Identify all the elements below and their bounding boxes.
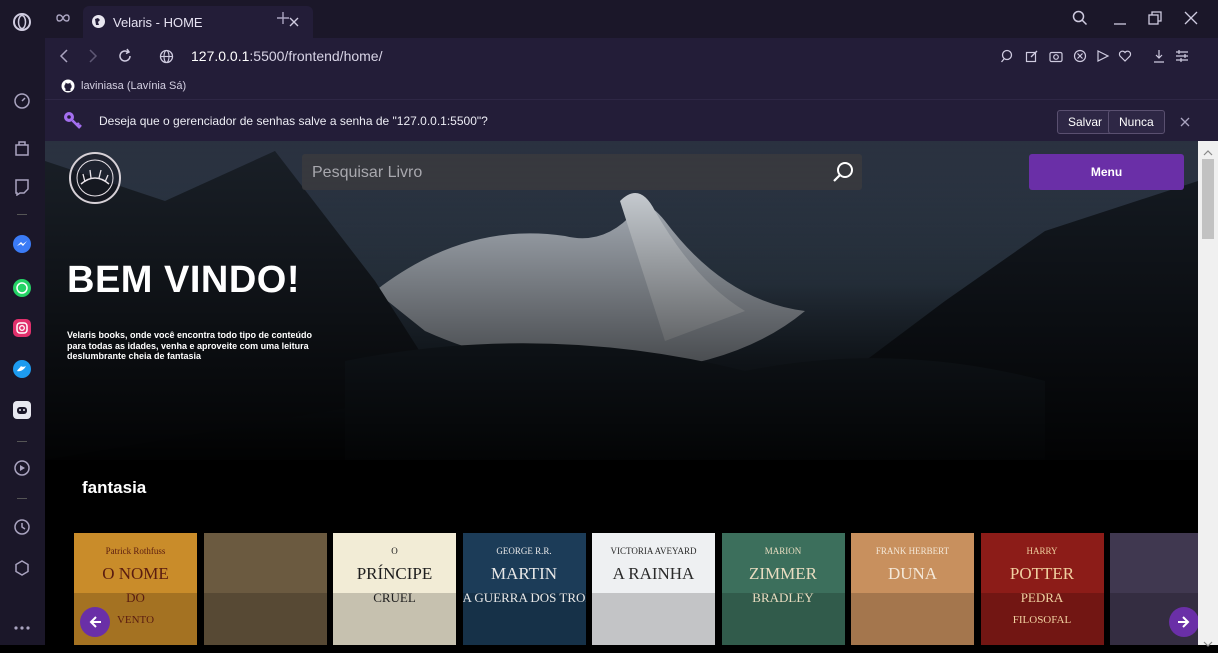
password-prompt-message: Deseja que o gerenciador de senhas salve… [99, 114, 488, 128]
velaris-tree-icon [76, 159, 114, 197]
url-path: :5500/frontend/home/ [249, 48, 383, 64]
crypto-wallet-icon[interactable] [11, 557, 33, 579]
search-tabs-icon[interactable] [1072, 10, 1088, 31]
opera-sidebar [0, 0, 45, 645]
github-icon [61, 79, 75, 98]
menu-button[interactable]: Menu [1029, 154, 1184, 190]
book-cover-text: A GUERRA DOS TRONOS [462, 590, 586, 605]
search-icon[interactable] [832, 161, 854, 188]
key-icon [63, 111, 83, 136]
book-cover-text: DO [126, 590, 145, 605]
arrow-right-icon [1178, 616, 1190, 628]
download-icon[interactable] [1152, 49, 1166, 68]
search-input[interactable] [310, 154, 824, 192]
new-tab-icon[interactable] [276, 11, 290, 30]
pin-edit-icon[interactable] [1025, 49, 1039, 68]
hero-banner: Menu BEM VINDO! Velaris books, onde você… [45, 141, 1198, 460]
address-bar: 127.0.0.1:5500/frontend/home/ [45, 38, 1218, 74]
twitch-icon[interactable] [11, 176, 33, 198]
book-cover-text: PRÍNCIPE [356, 564, 433, 583]
book-cover-text: BRADLEY [752, 590, 814, 605]
book-cover-text: GEORGE R.R. [496, 546, 552, 556]
sidebar-divider [17, 498, 27, 499]
minimize-icon[interactable] [1112, 10, 1128, 31]
opera-logo-icon[interactable] [11, 11, 33, 33]
site-info-globe-icon[interactable] [159, 49, 174, 69]
book-cover-text: O [391, 546, 398, 556]
tab-strip: Velaris - HOME [45, 0, 1218, 38]
book-cover-text: DUNA [887, 564, 938, 583]
welcome-heading: BEM VINDO! [67, 259, 300, 301]
heart-icon[interactable] [1118, 49, 1132, 68]
book-cover-o-principe-cruel[interactable]: O PRÍNCIPE CRUEL [333, 533, 456, 645]
history-icon[interactable] [11, 516, 33, 538]
sidebar-divider [17, 214, 27, 215]
scroll-up-icon[interactable] [1203, 144, 1213, 162]
whatsapp-icon[interactable] [11, 277, 33, 299]
book-cover-text: Patrick Rothfuss [105, 546, 166, 556]
reload-icon[interactable] [117, 48, 133, 69]
instagram-icon[interactable] [11, 317, 33, 339]
velaris-logo[interactable] [69, 152, 121, 204]
restore-icon[interactable] [1147, 10, 1163, 31]
back-icon[interactable] [58, 49, 70, 68]
search-bar [302, 154, 862, 192]
section-title-fantasia: fantasia [82, 478, 147, 497]
book-cover-harry-potter[interactable]: HARRY POTTER PEDRA FILOSOFAL [980, 533, 1104, 645]
more-options-icon[interactable] [11, 617, 33, 639]
book-cover-text: PEDRA [1020, 590, 1064, 605]
snapshot-icon[interactable] [1049, 49, 1063, 68]
book-cover-text: MARTIN [490, 564, 558, 583]
send-icon[interactable] [1096, 49, 1110, 68]
player-icon[interactable] [11, 457, 33, 479]
globe-favicon-icon [91, 14, 106, 34]
book-cover-a-guerra-dos-tronos[interactable]: GEORGE R.R. MARTIN A GUERRA DOS TRONOS [462, 533, 586, 645]
easy-setup-icon[interactable] [1175, 49, 1189, 68]
sidebar-divider [17, 441, 27, 442]
book-cover-text: FILOSOFAL [1012, 614, 1072, 626]
shopping-bag-icon[interactable] [11, 137, 33, 159]
never-save-button[interactable]: Nunca [1108, 110, 1165, 134]
book-cover-text: VICTORIA AVEYARD [610, 546, 697, 556]
close-window-icon[interactable] [1183, 10, 1199, 31]
scrollbar-thumb[interactable] [1202, 159, 1214, 239]
book-cover-text: CRUEL [373, 590, 416, 605]
close-prompt-icon[interactable] [1179, 115, 1191, 133]
book-cover-text: O NOME [102, 564, 169, 583]
carousel-next-button[interactable] [1169, 607, 1198, 637]
speed-dial-icon[interactable] [11, 90, 33, 112]
book-cover-text: HARRY [1026, 546, 1058, 556]
book-cover-a-rainha-vermelha[interactable]: VICTORIA AVEYARD A RAINHA [592, 533, 715, 645]
page-scrollbar[interactable] [1198, 141, 1218, 647]
adblock-icon[interactable] [1073, 49, 1087, 68]
url-field[interactable]: 127.0.0.1:5500/frontend/home/ [191, 48, 383, 64]
book-cover-senhor-dos-aneis[interactable] [203, 533, 327, 645]
messenger-icon[interactable] [11, 233, 33, 255]
book-cover-as-brumas-de-avalon[interactable]: MARION ZIMMER BRADLEY [721, 533, 845, 645]
twitter-icon[interactable] [11, 358, 33, 380]
search-page-icon[interactable] [1000, 49, 1014, 68]
bookmark-github[interactable]: laviniasa (Lavínia Sá) [81, 80, 186, 92]
tab-title: Velaris - HOME [113, 15, 203, 30]
book-cover-duna[interactable]: FRANK HERBERT DUNA [851, 533, 974, 645]
save-password-button[interactable]: Salvar [1057, 110, 1114, 134]
book-cover-text: ZIMMER [749, 564, 817, 583]
web-page: Menu BEM VINDO! Velaris books, onde você… [45, 141, 1198, 645]
book-cover-text: POTTER [1009, 564, 1075, 583]
welcome-tagline: Velaris books, onde você encontra todo t… [67, 330, 313, 361]
password-save-prompt: Deseja que o gerenciador de senhas salve… [45, 99, 1218, 142]
book-cover-text: MARION [764, 546, 802, 556]
bookmarks-bar: laviniasa (Lavínia Sá) [45, 74, 1218, 99]
forward-icon[interactable] [87, 49, 99, 68]
book-cover-text: A RAINHA [612, 564, 695, 583]
url-host: 127.0.0.1 [191, 48, 250, 64]
scroll-down-icon[interactable] [1203, 635, 1213, 653]
book-cover-text: FRANK HERBERT [875, 546, 950, 556]
carousel-prev-button[interactable] [80, 607, 110, 637]
workspaces-icon[interactable] [55, 11, 71, 30]
arrow-left-icon [89, 616, 101, 628]
discord-icon[interactable] [11, 399, 33, 421]
